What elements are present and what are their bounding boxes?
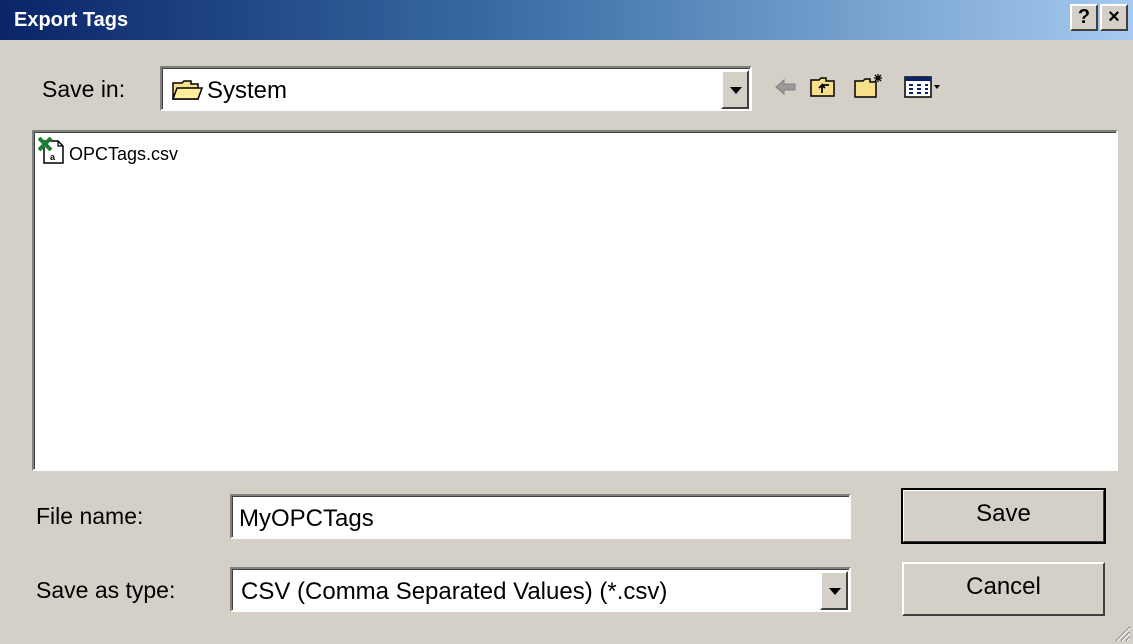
- save-as-type-label: Save as type:: [36, 577, 176, 603]
- back-arrow-icon[interactable]: [772, 72, 800, 102]
- save-button[interactable]: Save: [901, 488, 1106, 544]
- save-in-label: Save in:: [42, 76, 126, 102]
- save-in-value: System: [207, 77, 288, 104]
- close-button[interactable]: ×: [1100, 4, 1128, 31]
- save-in-dropdown-button[interactable]: [721, 70, 749, 109]
- help-button[interactable]: ?: [1070, 4, 1098, 31]
- file-name-field[interactable]: MyOPCTags: [230, 494, 851, 539]
- view-menu-icon[interactable]: [902, 72, 942, 102]
- save-as-type-value: CSV (Comma Separated Values) (*.csv): [241, 578, 668, 605]
- save-in-combo[interactable]: System: [160, 66, 752, 111]
- window-title: Export Tags: [14, 9, 129, 31]
- file-name-value: MyOPCTags: [239, 505, 374, 532]
- save-as-type-select[interactable]: CSV (Comma Separated Values) (*.csv): [230, 567, 851, 612]
- save-as-type-dropdown-button[interactable]: [820, 571, 848, 610]
- up-folder-icon[interactable]: [808, 72, 838, 102]
- excel-csv-icon: a: [38, 137, 64, 164]
- file-name-label: File name:: [36, 503, 144, 529]
- new-folder-icon[interactable]: [852, 72, 886, 102]
- resize-grip-icon[interactable]: [1111, 622, 1131, 642]
- folder-icon: [171, 80, 203, 100]
- file-name-label: OPCTags.csv: [69, 144, 179, 164]
- file-list[interactable]: a OPCTags.csv: [32, 130, 1118, 471]
- export-tags-dialog: Export Tags ? × Save in: System a OPCTag…: [0, 0, 1133, 644]
- cancel-button[interactable]: Cancel: [902, 562, 1105, 616]
- title-bar[interactable]: Export Tags ? ×: [0, 0, 1133, 40]
